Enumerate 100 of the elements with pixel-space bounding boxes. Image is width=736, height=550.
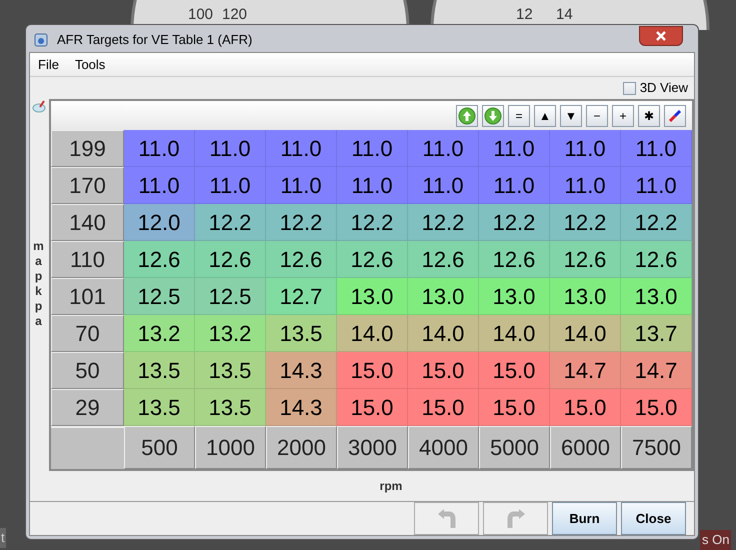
table-cell[interactable]: 14.7 [621,352,692,389]
gauge-label: 14 [556,7,573,22]
table-cell[interactable]: 13.7 [621,315,692,352]
table-cell[interactable]: 15.0 [550,389,621,426]
table-cell[interactable]: 11.0 [408,130,479,167]
arrow-up-button[interactable] [456,104,478,126]
table-cell[interactable]: 14.7 [550,352,621,389]
table-cell[interactable]: 12.5 [195,278,266,315]
column-header: 2000 [266,426,337,469]
menu-item[interactable]: Tools [74,54,106,74]
table-cell[interactable]: 12.6 [337,241,408,278]
table-cell[interactable]: 13.0 [337,278,408,315]
pen-icon [669,110,681,122]
table-cell[interactable]: 11.0 [124,167,195,204]
table-cell[interactable]: 12.5 [124,278,195,315]
table-cell[interactable]: 13.0 [408,278,479,315]
table-cell[interactable]: 12.6 [479,241,550,278]
row-header: 70 [51,315,124,352]
table-cell[interactable]: 12.7 [266,278,337,315]
table-cell[interactable]: 13.0 [621,278,692,315]
row-header: 170 [51,167,124,204]
table-cell[interactable]: 15.0 [408,352,479,389]
table-cell[interactable]: 13.5 [195,352,266,389]
toolbar-button[interactable]: ✱ [638,104,660,126]
table-cell[interactable]: 13.0 [479,278,550,315]
table-cell[interactable]: 14.0 [337,315,408,352]
row-header: 110 [51,241,124,278]
table-cell[interactable]: 11.0 [266,167,337,204]
column-header: 4000 [408,426,479,469]
table-cell[interactable]: 12.6 [195,241,266,278]
row-header: 29 [51,389,124,426]
table-cell[interactable]: 13.2 [195,315,266,352]
table-cell[interactable]: 12.2 [408,204,479,241]
table-cell[interactable]: 15.0 [479,389,550,426]
table-cell[interactable]: 12.2 [621,204,692,241]
table-cell[interactable]: 12.0 [124,204,195,241]
checkbox[interactable] [622,82,636,94]
dialog-button[interactable]: Burn [552,502,617,535]
menu-item[interactable]: File [38,54,59,74]
row-header: 50 [51,352,124,389]
close-icon [656,31,666,41]
notepad-icon [32,99,46,113]
pen-button[interactable] [664,104,686,126]
table-cell[interactable]: 12.6 [550,241,621,278]
table-cell[interactable]: 13.2 [124,315,195,352]
window-title: AFR Targets for VE Table 1 (AFR) [57,31,252,50]
table-cell[interactable]: 15.0 [337,352,408,389]
row-header: 199 [51,130,124,167]
app-icon [33,32,49,48]
table-cell[interactable]: 13.5 [124,352,195,389]
table-cell[interactable]: 14.3 [266,352,337,389]
table-cell[interactable]: 13.5 [124,389,195,426]
table-cell[interactable]: 15.0 [479,352,550,389]
table-cell[interactable]: 12.6 [266,241,337,278]
table-cell[interactable]: 13.0 [550,278,621,315]
checkbox-label[interactable]: 3D View [640,78,688,98]
status-text: s On [700,530,732,550]
table-cell[interactable]: 14.3 [266,389,337,426]
table-cell[interactable]: 11.0 [550,130,621,167]
dialog-button[interactable]: Close [621,502,686,535]
axis-label: rpm [378,478,404,495]
table-cell[interactable]: 15.0 [337,389,408,426]
gauge-label: 12 [516,7,533,22]
table-cell[interactable]: 11.0 [621,130,692,167]
column-header: 1000 [195,426,266,469]
table-cell[interactable]: 15.0 [408,389,479,426]
table-cell[interactable]: 12.6 [621,241,692,278]
column-header: 6000 [550,426,621,469]
table-cell[interactable]: 11.0 [337,130,408,167]
table-cell[interactable]: 12.2 [550,204,621,241]
toolbar-button[interactable]: − [586,104,608,126]
table-cell[interactable]: 11.0 [550,167,621,204]
table-cell[interactable]: 11.0 [337,167,408,204]
table-cell[interactable]: 13.5 [266,315,337,352]
table-cell[interactable]: 11.0 [479,130,550,167]
table-cell[interactable]: 11.0 [266,130,337,167]
table-cell[interactable]: 15.0 [621,389,692,426]
table-cell[interactable]: 11.0 [124,130,195,167]
table-cell[interactable]: 12.6 [408,241,479,278]
toolbar-button[interactable]: = [508,104,530,126]
table-cell[interactable]: 13.5 [195,389,266,426]
table-cell[interactable]: 11.0 [479,167,550,204]
table-cell[interactable]: 14.0 [550,315,621,352]
close-button[interactable] [639,26,683,46]
table-cell[interactable]: 12.2 [337,204,408,241]
arrow-down-button[interactable] [482,104,504,126]
table-cell[interactable]: 14.0 [408,315,479,352]
table-cell[interactable]: 12.2 [479,204,550,241]
toolbar-button[interactable]: + [612,104,634,126]
toolbar-button[interactable]: ▲ [534,104,556,126]
table-cell[interactable]: 12.2 [195,204,266,241]
toolbar-button[interactable]: ▼ [560,104,582,126]
table-cell[interactable]: 12.6 [124,241,195,278]
table-cell[interactable]: 11.0 [408,167,479,204]
row-header: 140 [51,204,124,241]
table-cell[interactable]: 11.0 [195,130,266,167]
table-cell[interactable]: 11.0 [621,167,692,204]
table-cell[interactable]: 14.0 [479,315,550,352]
table-cell[interactable]: 11.0 [195,167,266,204]
table-cell[interactable]: 12.2 [266,204,337,241]
